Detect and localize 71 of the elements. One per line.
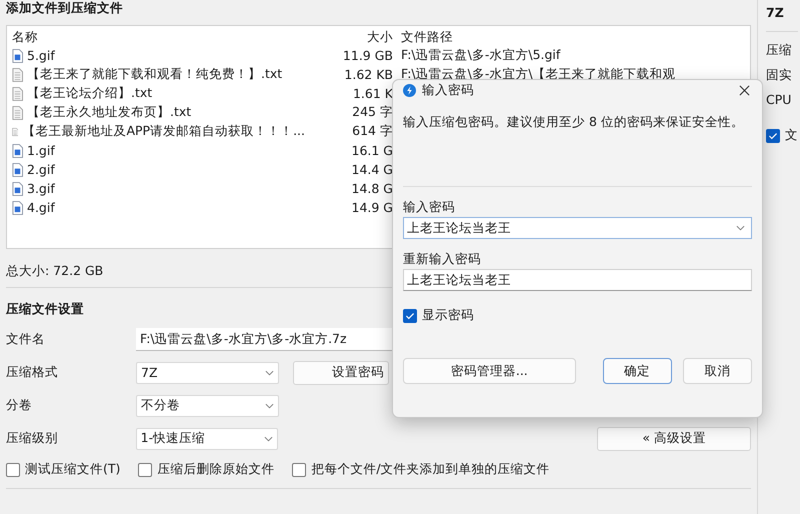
- close-icon[interactable]: [739, 84, 750, 96]
- section-title: 压缩文件设置: [6, 301, 84, 318]
- dialog-button[interactable]: 确定: [602, 358, 672, 384]
- file-size: 14.9 G: [352, 200, 393, 215]
- dropdown[interactable]: 1-快速压缩: [136, 428, 278, 450]
- image-file-icon: [12, 162, 23, 176]
- field-label: 输入密码: [403, 199, 456, 216]
- image-file-icon: [12, 200, 23, 214]
- dialog-message: 输入压缩包密码。建议使用至少 8 位的密码来保证安全性。: [403, 114, 745, 131]
- file-size: 1.61 K: [352, 86, 393, 101]
- caret-icon: [264, 436, 274, 442]
- file-path: F:\迅雷云盘\多-水宜方\5.gif: [401, 47, 560, 62]
- app-icon: [403, 84, 416, 96]
- file-size: 1.62 KB: [344, 67, 393, 82]
- setting-label: CPU: [766, 92, 792, 107]
- checkbox[interactable]: [766, 128, 780, 142]
- image-file-icon: [12, 182, 23, 196]
- file-size: 614 字: [352, 123, 393, 138]
- file-name: 【老王最新地址及APP请发邮箱自动获取！！！...: [22, 123, 305, 140]
- file-name: 3.gif: [27, 181, 55, 196]
- image-file-icon: [12, 144, 23, 158]
- dropdown[interactable]: 不分卷: [136, 394, 279, 416]
- file-name: 1.gif: [27, 143, 55, 158]
- checkbox[interactable]: [403, 308, 417, 322]
- field-label: 压缩格式: [6, 364, 59, 381]
- password-field[interactable]: 上老王论坛当老王: [403, 269, 752, 291]
- text-file-icon: [12, 86, 23, 100]
- file-name: 【老王论坛介绍】.txt: [27, 85, 152, 102]
- caret-icon: [265, 402, 274, 408]
- total-size: 总大小: 72.2 GB: [6, 263, 104, 280]
- caret-icon: [265, 370, 274, 376]
- dropdown[interactable]: 7Z: [136, 362, 279, 384]
- dialog-button[interactable]: 取消: [682, 358, 752, 384]
- file-name: 【老王永久地址发布页】.txt: [27, 104, 192, 121]
- caret-icon: [736, 225, 745, 231]
- checkbox-label: 压缩后删除原始文件: [157, 461, 274, 478]
- checkbox-label: 显示密码: [422, 307, 474, 324]
- file-size: 16.1 G: [352, 143, 393, 158]
- file-size: 14.8 G: [352, 181, 393, 196]
- settings-button[interactable]: « 高级设置: [597, 426, 751, 450]
- text-file-icon: [12, 106, 23, 120]
- image-file-icon: [12, 48, 23, 62]
- column-header[interactable]: 文件路径: [393, 28, 453, 46]
- checkbox-label: 测试压缩文件(T): [25, 461, 120, 478]
- setting-label: 固实: [766, 67, 793, 82]
- checkbox[interactable]: [292, 462, 306, 476]
- file-size: 14.4 G: [352, 162, 393, 177]
- file-name: 5.gif: [27, 48, 55, 63]
- column-header[interactable]: 名称: [7, 28, 305, 46]
- column-header[interactable]: 大小: [305, 28, 393, 46]
- file-size: 11.9 GB: [342, 48, 393, 63]
- field-label: 文件名: [6, 331, 46, 348]
- field-label: 分卷: [6, 397, 33, 414]
- checkbox-label: 文: [785, 127, 798, 144]
- text-file-icon: [12, 68, 23, 82]
- file-name: 2.gif: [27, 162, 55, 177]
- dialog-title: 输入密码: [422, 82, 474, 98]
- panel-title: 7Z: [766, 5, 785, 22]
- password-field[interactable]: 上老王论坛当老王: [403, 217, 752, 239]
- section-title: 添加文件到压缩文件: [6, 0, 123, 17]
- file-size: 245 字: [352, 104, 393, 119]
- file-name: 【老王来了就能下载和观看！纯免费！】.txt: [27, 66, 282, 83]
- checkbox-label: 把每个文件/文件夹添加到单独的压缩文件: [311, 461, 550, 478]
- field-label: 压缩级别: [6, 430, 59, 447]
- file-name: 4.gif: [27, 200, 55, 215]
- checkbox[interactable]: [138, 462, 152, 476]
- checkbox[interactable]: [6, 462, 20, 476]
- settings-button[interactable]: 设置密码: [293, 360, 389, 384]
- dialog-button[interactable]: 密码管理器...: [403, 358, 576, 384]
- setting-label: 压缩: [766, 42, 793, 57]
- field-label: 重新输入密码: [403, 251, 482, 268]
